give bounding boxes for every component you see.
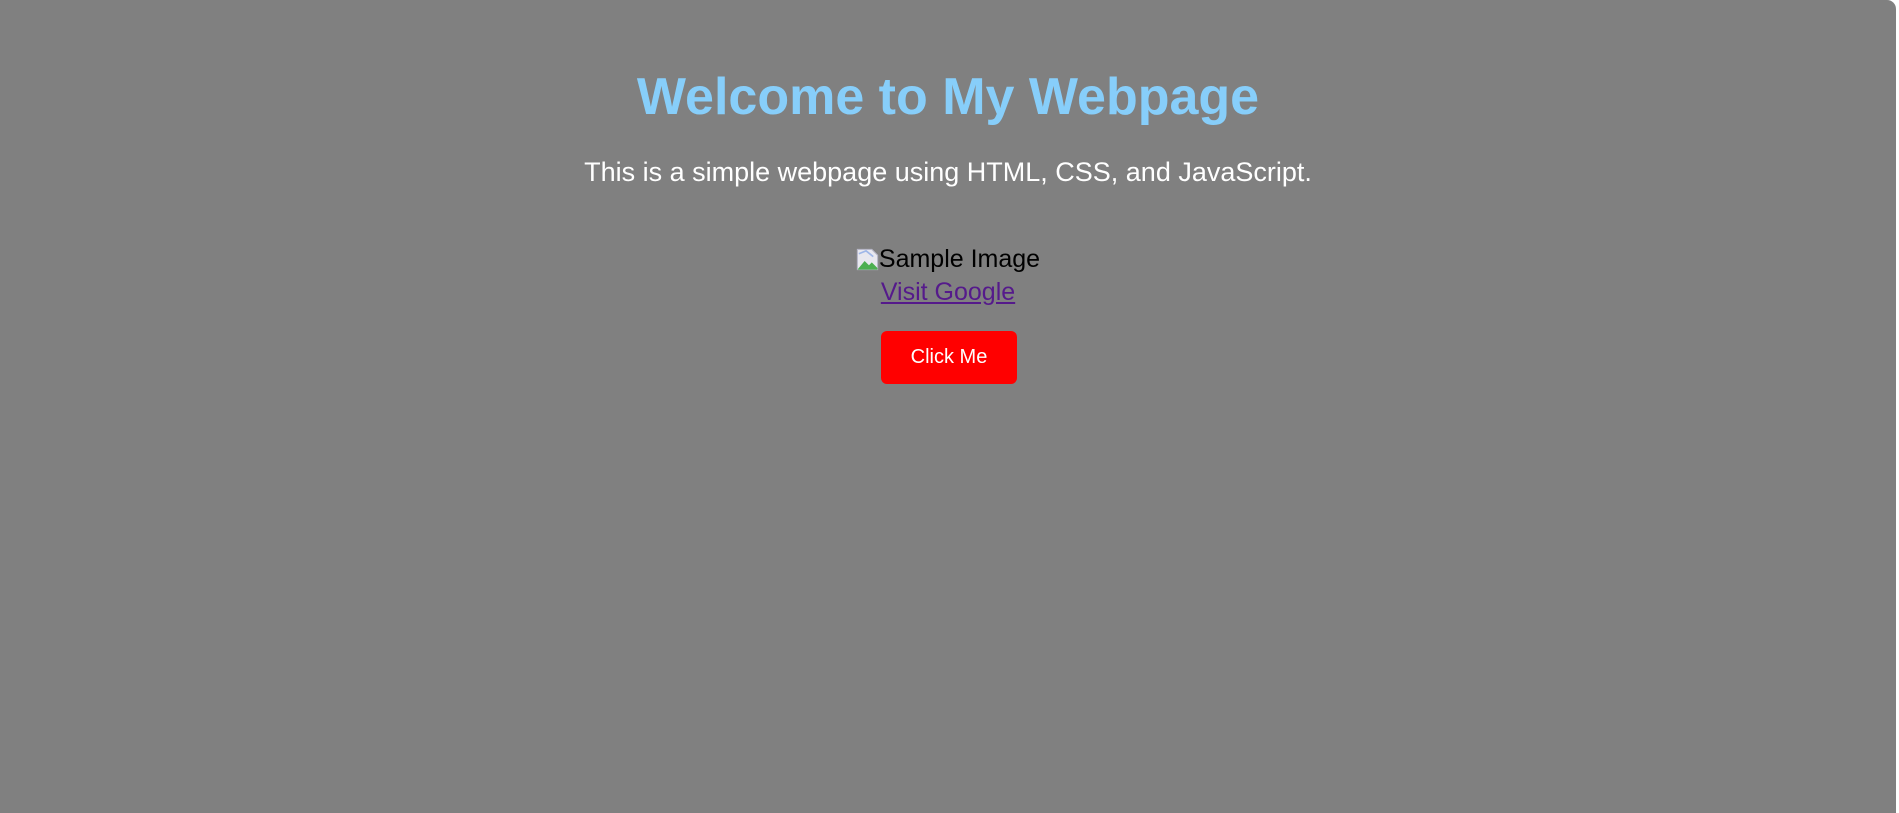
link-row: Visit Google [0,278,1896,307]
visit-google-link[interactable]: Visit Google [881,278,1015,306]
media-block: Sample Image Visit Google [0,245,1896,307]
page-title: Welcome to My Webpage [636,68,1260,126]
sample-image: Sample Image [856,245,1040,274]
button-row: Click Me [0,331,1896,384]
broken-image-icon [856,248,879,271]
click-me-button[interactable]: Click Me [881,331,1017,384]
sample-image-alt-text: Sample Image [878,245,1041,273]
page-viewport: Welcome to My Webpage This is a simple w… [0,0,1896,813]
page-subtitle: This is a simple webpage using HTML, CSS… [584,157,1312,187]
